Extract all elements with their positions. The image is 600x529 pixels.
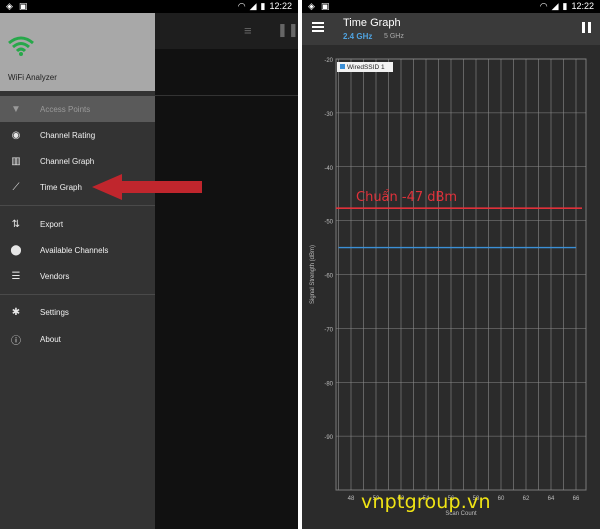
background-divider	[155, 95, 298, 96]
nav-item-available-channels[interactable]: ⬤ Available Channels	[0, 237, 155, 263]
navigation-drawer: WiFi Analyzer ▼ Access Points ◉ Channel …	[0, 13, 155, 529]
drawer-divider	[0, 205, 155, 206]
nav-item-export[interactable]: ⇅ Export	[0, 211, 155, 237]
info-icon: ⓘ	[11, 335, 21, 347]
status-time: 12:22	[571, 1, 594, 11]
gear-icon: ✱	[11, 306, 21, 318]
cell-signal-icon: ◢	[249, 1, 257, 11]
nav-item-about[interactable]: ⓘ About	[0, 326, 155, 352]
x-tick-label: 48	[348, 496, 355, 502]
bar-chart-icon: ▥	[11, 155, 21, 167]
nav-label: Access Points	[40, 104, 91, 114]
right-phone-screen: ◈ ▣ ◠ ◢ ▮ 12:22 Time Graph 2.4 GHz 5 GHz…	[302, 0, 600, 529]
left-phone-screen: ◈ ▣ ◠ ◢ ▮ 12:22 ≡ ❚❚ WiFi Analyzer ▼ Acc…	[0, 0, 298, 529]
x-tick-label: 66	[573, 496, 580, 502]
list-icon: ☰	[11, 270, 21, 282]
x-tick-label: 62	[523, 496, 530, 502]
nav-label: Channel Graph	[40, 156, 95, 166]
red-arrow-annotation	[92, 174, 202, 200]
wifi-icon: ▼	[11, 103, 21, 115]
app-bar: Time Graph 2.4 GHz 5 GHz	[302, 13, 600, 45]
y-tick-label: -60	[324, 274, 333, 280]
legend-label: WiredSSID 1	[347, 64, 385, 71]
background-content	[155, 49, 298, 529]
battery-icon: ▮	[562, 1, 568, 11]
tab-5-ghz[interactable]: 5 GHz	[384, 33, 404, 40]
rating-icon: ◉	[11, 129, 21, 141]
page-title: Time Graph	[343, 17, 401, 29]
status-time: 12:22	[269, 1, 292, 11]
nav-label: Channel Rating	[40, 130, 96, 140]
watermark-text: vnptgroup.vn	[361, 491, 491, 513]
drawer-header: WiFi Analyzer	[0, 13, 155, 91]
nav-item-vendors[interactable]: ☰ Vendors	[0, 263, 155, 289]
time-graph-chart: -20-30-40-50-60-70-80-9048 50 52 54 56 58 60 62…	[310, 58, 587, 517]
y-tick-label: -20	[324, 58, 333, 64]
hamburger-menu-icon[interactable]	[312, 22, 324, 32]
y-tick-label: -80	[324, 381, 333, 387]
nav-item-channel-rating[interactable]: ◉ Channel Rating	[0, 122, 155, 148]
pause-icon: ❚❚	[277, 22, 298, 37]
y-tick-label: -50	[324, 220, 333, 226]
image-icon: ▣	[18, 1, 28, 11]
cell-signal-icon: ◢	[551, 1, 559, 11]
wifi-signal-icon: ◠	[539, 1, 548, 11]
export-icon: ⇅	[11, 218, 21, 230]
notification-icon: ◈	[308, 1, 315, 11]
threshold-label: Chuẩn -47 dBm	[356, 190, 457, 205]
filter-icon: ≡	[244, 23, 252, 38]
nav-item-access-points[interactable]: ▼ Access Points	[0, 96, 155, 122]
nav-label: Vendors	[40, 271, 70, 281]
nav-item-channel-graph[interactable]: ▥ Channel Graph	[0, 148, 155, 174]
nav-label: About	[40, 334, 61, 344]
x-tick-label: 60	[498, 496, 505, 502]
nav-label: Time Graph	[40, 182, 82, 192]
drawer-divider	[0, 294, 155, 295]
y-axis-label: Signal Strength (dBm)	[310, 245, 316, 304]
line-chart-icon: ⟋	[12, 181, 20, 193]
y-tick-label: -40	[324, 166, 333, 172]
y-tick-label: -30	[324, 112, 333, 118]
x-tick-label: 64	[548, 496, 555, 502]
image-icon: ▣	[320, 1, 330, 11]
wifi-signal-icon: ◠	[237, 1, 246, 11]
location-pin-icon: ⬤	[10, 244, 22, 256]
nav-label: Settings	[40, 307, 69, 317]
y-tick-label: -90	[324, 435, 333, 441]
nav-label: Export	[40, 219, 64, 229]
nav-label: Available Channels	[40, 245, 109, 255]
drawer-app-title: WiFi Analyzer	[8, 73, 57, 82]
legend-swatch	[340, 64, 345, 69]
tab-2-4-ghz[interactable]: 2.4 GHz	[343, 32, 372, 41]
y-tick-label: -70	[324, 327, 333, 333]
notification-icon: ◈	[6, 1, 13, 11]
status-bar: ◈ ▣ ◠ ◢ ▮ 12:22	[302, 0, 600, 13]
nav-item-settings[interactable]: ✱ Settings	[0, 299, 155, 325]
status-bar: ◈ ▣ ◠ ◢ ▮ 12:22	[0, 0, 298, 13]
wifi-logo-icon	[8, 36, 34, 56]
battery-icon: ▮	[260, 1, 266, 11]
pause-button-icon[interactable]	[582, 22, 591, 33]
